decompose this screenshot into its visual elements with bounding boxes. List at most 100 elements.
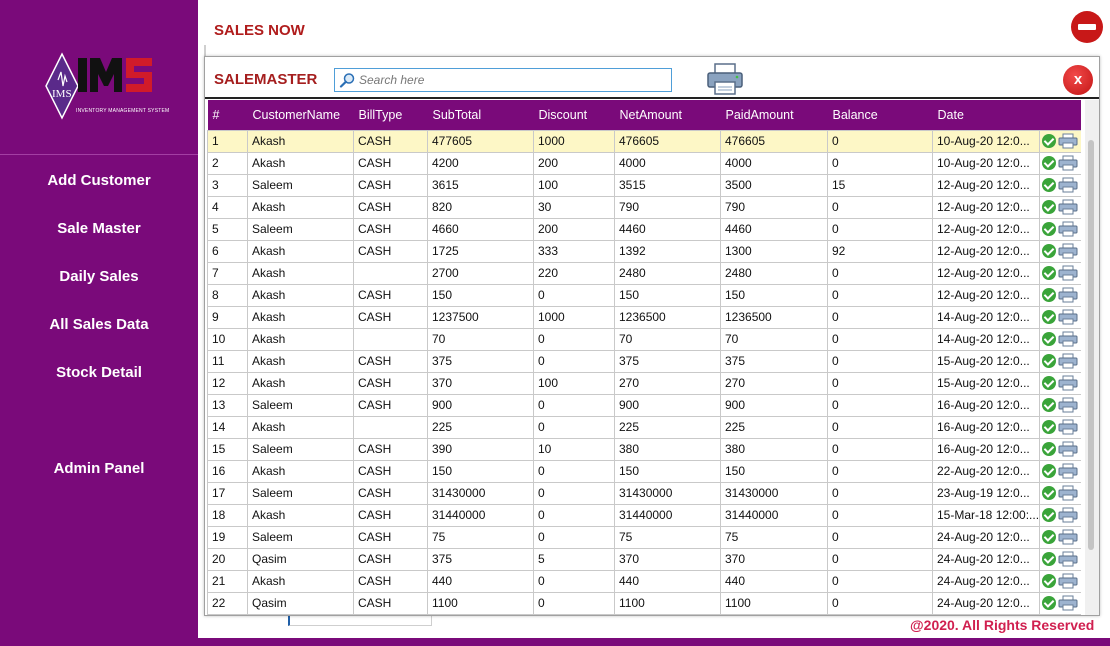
table-cell[interactable]: CASH: [353, 547, 428, 571]
table-cell[interactable]: CASH: [353, 173, 428, 197]
printer-icon[interactable]: [1058, 551, 1078, 567]
table-cell[interactable]: 900: [720, 393, 828, 417]
table-cell[interactable]: 1300: [720, 239, 828, 263]
table-cell[interactable]: 0: [827, 525, 933, 549]
table-cell[interactable]: [353, 415, 428, 439]
printer-icon[interactable]: [1058, 199, 1078, 215]
table-cell[interactable]: 150: [614, 283, 721, 307]
print-button[interactable]: [705, 62, 745, 96]
table-cell[interactable]: Qasim: [247, 591, 354, 615]
sidebar-item-daily-sales[interactable]: Daily Sales: [0, 268, 198, 285]
table-cell[interactable]: 12-Aug-20 12:0...: [932, 217, 1040, 241]
table-cell[interactable]: 0: [827, 305, 933, 329]
table-cell[interactable]: 150: [614, 459, 721, 483]
table-cell[interactable]: 2700: [427, 261, 534, 285]
table-cell[interactable]: 790: [720, 195, 828, 219]
printer-icon[interactable]: [1058, 221, 1078, 237]
table-cell[interactable]: 0: [533, 349, 615, 373]
table-cell[interactable]: 900: [427, 393, 534, 417]
check-icon[interactable]: [1042, 398, 1056, 412]
minimize-close-icon[interactable]: [1071, 11, 1103, 43]
table-cell[interactable]: 22-Aug-20 12:0...: [932, 459, 1040, 483]
table-cell[interactable]: 10: [533, 437, 615, 461]
table-cell[interactable]: 476605: [720, 129, 828, 153]
sidebar-item-stock-detail[interactable]: Stock Detail: [0, 364, 198, 381]
table-cell[interactable]: 375: [614, 349, 721, 373]
table-cell[interactable]: Saleem: [247, 393, 354, 417]
table-cell[interactable]: 3615: [427, 173, 534, 197]
table-row[interactable]: 16 Akash CASH 150 0 150 150 0 22-Aug-20 12:0...: [207, 459, 1081, 483]
table-cell[interactable]: 2480: [720, 261, 828, 285]
table-cell[interactable]: 31440000: [720, 503, 828, 527]
table-cell[interactable]: Akash: [247, 459, 354, 483]
table-cell[interactable]: 0: [827, 547, 933, 571]
table-cell[interactable]: 820: [427, 195, 534, 219]
table-cell[interactable]: 900: [614, 393, 721, 417]
table-cell[interactable]: 75: [720, 525, 828, 549]
printer-icon[interactable]: [1058, 485, 1078, 501]
table-cell[interactable]: 200: [533, 151, 615, 175]
table-cell[interactable]: CASH: [353, 217, 428, 241]
table-row[interactable]: 5 Saleem CASH 4660 200 4460 4460 0 12-Aug-20 12:…: [207, 217, 1081, 241]
table-cell[interactable]: CASH: [353, 393, 428, 417]
table-cell[interactable]: Akash: [247, 503, 354, 527]
table-cell[interactable]: 31430000: [614, 481, 721, 505]
table-cell[interactable]: CASH: [353, 129, 428, 153]
table-cell[interactable]: 0: [533, 569, 615, 593]
table-cell[interactable]: 21: [207, 569, 248, 593]
table-cell[interactable]: 1392: [614, 239, 721, 263]
table-cell[interactable]: 0: [533, 591, 615, 615]
table-cell[interactable]: 92: [827, 239, 933, 263]
printer-icon[interactable]: [1058, 375, 1078, 391]
table-cell[interactable]: 0: [827, 591, 933, 615]
table-row[interactable]: 21 Akash CASH 440 0 440 440 0 24-Aug-20 12:0...: [207, 569, 1081, 593]
table-cell[interactable]: 12-Aug-20 12:0...: [932, 239, 1040, 263]
check-icon[interactable]: [1042, 288, 1056, 302]
table-cell[interactable]: 18: [207, 503, 248, 527]
table-row[interactable]: 6 Akash CASH 1725 333 1392 1300 92 12-Aug-20 12:…: [207, 239, 1081, 263]
table-cell[interactable]: 10-Aug-20 12:0...: [932, 129, 1040, 153]
printer-icon[interactable]: [1058, 529, 1078, 545]
table-cell[interactable]: 3500: [720, 173, 828, 197]
table-cell[interactable]: 150: [720, 459, 828, 483]
sidebar-item-sale-master[interactable]: Sale Master: [0, 220, 198, 237]
table-cell[interactable]: 24-Aug-20 12:0...: [932, 525, 1040, 549]
table-cell[interactable]: 440: [614, 569, 721, 593]
table-cell[interactable]: 790: [614, 195, 721, 219]
table-cell[interactable]: 19: [207, 525, 248, 549]
table-cell[interactable]: 476605: [614, 129, 721, 153]
table-cell[interactable]: CASH: [353, 525, 428, 549]
table-row[interactable]: 3 Saleem CASH 3615 100 3515 3500 15 12-Aug-20 12…: [207, 173, 1081, 197]
table-cell[interactable]: 2: [207, 151, 248, 175]
table-cell[interactable]: Akash: [247, 129, 354, 153]
table-row[interactable]: 14 Akash 225 0 225 225 0 16-Aug-20 12:0...: [207, 415, 1081, 439]
check-icon[interactable]: [1042, 464, 1056, 478]
table-cell[interactable]: 0: [533, 327, 615, 351]
printer-icon[interactable]: [1058, 287, 1078, 303]
table-cell[interactable]: 4000: [720, 151, 828, 175]
table-row[interactable]: 18 Akash CASH 31440000 0 31440000 31440000 0 15-…: [207, 503, 1081, 527]
table-row[interactable]: 22 Qasim CASH 1100 0 1100 1100 0 24-Aug-20 12:0.…: [207, 591, 1081, 615]
table-cell[interactable]: 1725: [427, 239, 534, 263]
table-cell[interactable]: 0: [827, 371, 933, 395]
column-header[interactable]: SubTotal: [427, 100, 534, 130]
table-cell[interactable]: Saleem: [247, 481, 354, 505]
table-row[interactable]: 4 Akash CASH 820 30 790 790 0 12-Aug-20 12:0...: [207, 195, 1081, 219]
table-cell[interactable]: 10-Aug-20 12:0...: [932, 151, 1040, 175]
table-cell[interactable]: 13: [207, 393, 248, 417]
table-row[interactable]: 1 Akash CASH 477605 1000 476605 476605 0 10-Aug-…: [207, 129, 1081, 153]
table-cell[interactable]: 31430000: [720, 481, 828, 505]
table-cell[interactable]: 380: [720, 437, 828, 461]
table-cell[interactable]: 0: [827, 415, 933, 439]
printer-icon[interactable]: [1058, 353, 1078, 369]
printer-icon[interactable]: [1058, 595, 1078, 611]
printer-icon[interactable]: [1058, 243, 1078, 259]
printer-icon[interactable]: [1058, 397, 1078, 413]
table-cell[interactable]: 17: [207, 481, 248, 505]
table-cell[interactable]: 0: [827, 437, 933, 461]
table-cell[interactable]: 3: [207, 173, 248, 197]
table-cell[interactable]: 31430000: [427, 481, 534, 505]
table-row[interactable]: 8 Akash CASH 150 0 150 150 0 12-Aug-20 12:0...: [207, 283, 1081, 307]
check-icon[interactable]: [1042, 200, 1056, 214]
sidebar-item-add-customer[interactable]: Add Customer: [0, 172, 198, 189]
